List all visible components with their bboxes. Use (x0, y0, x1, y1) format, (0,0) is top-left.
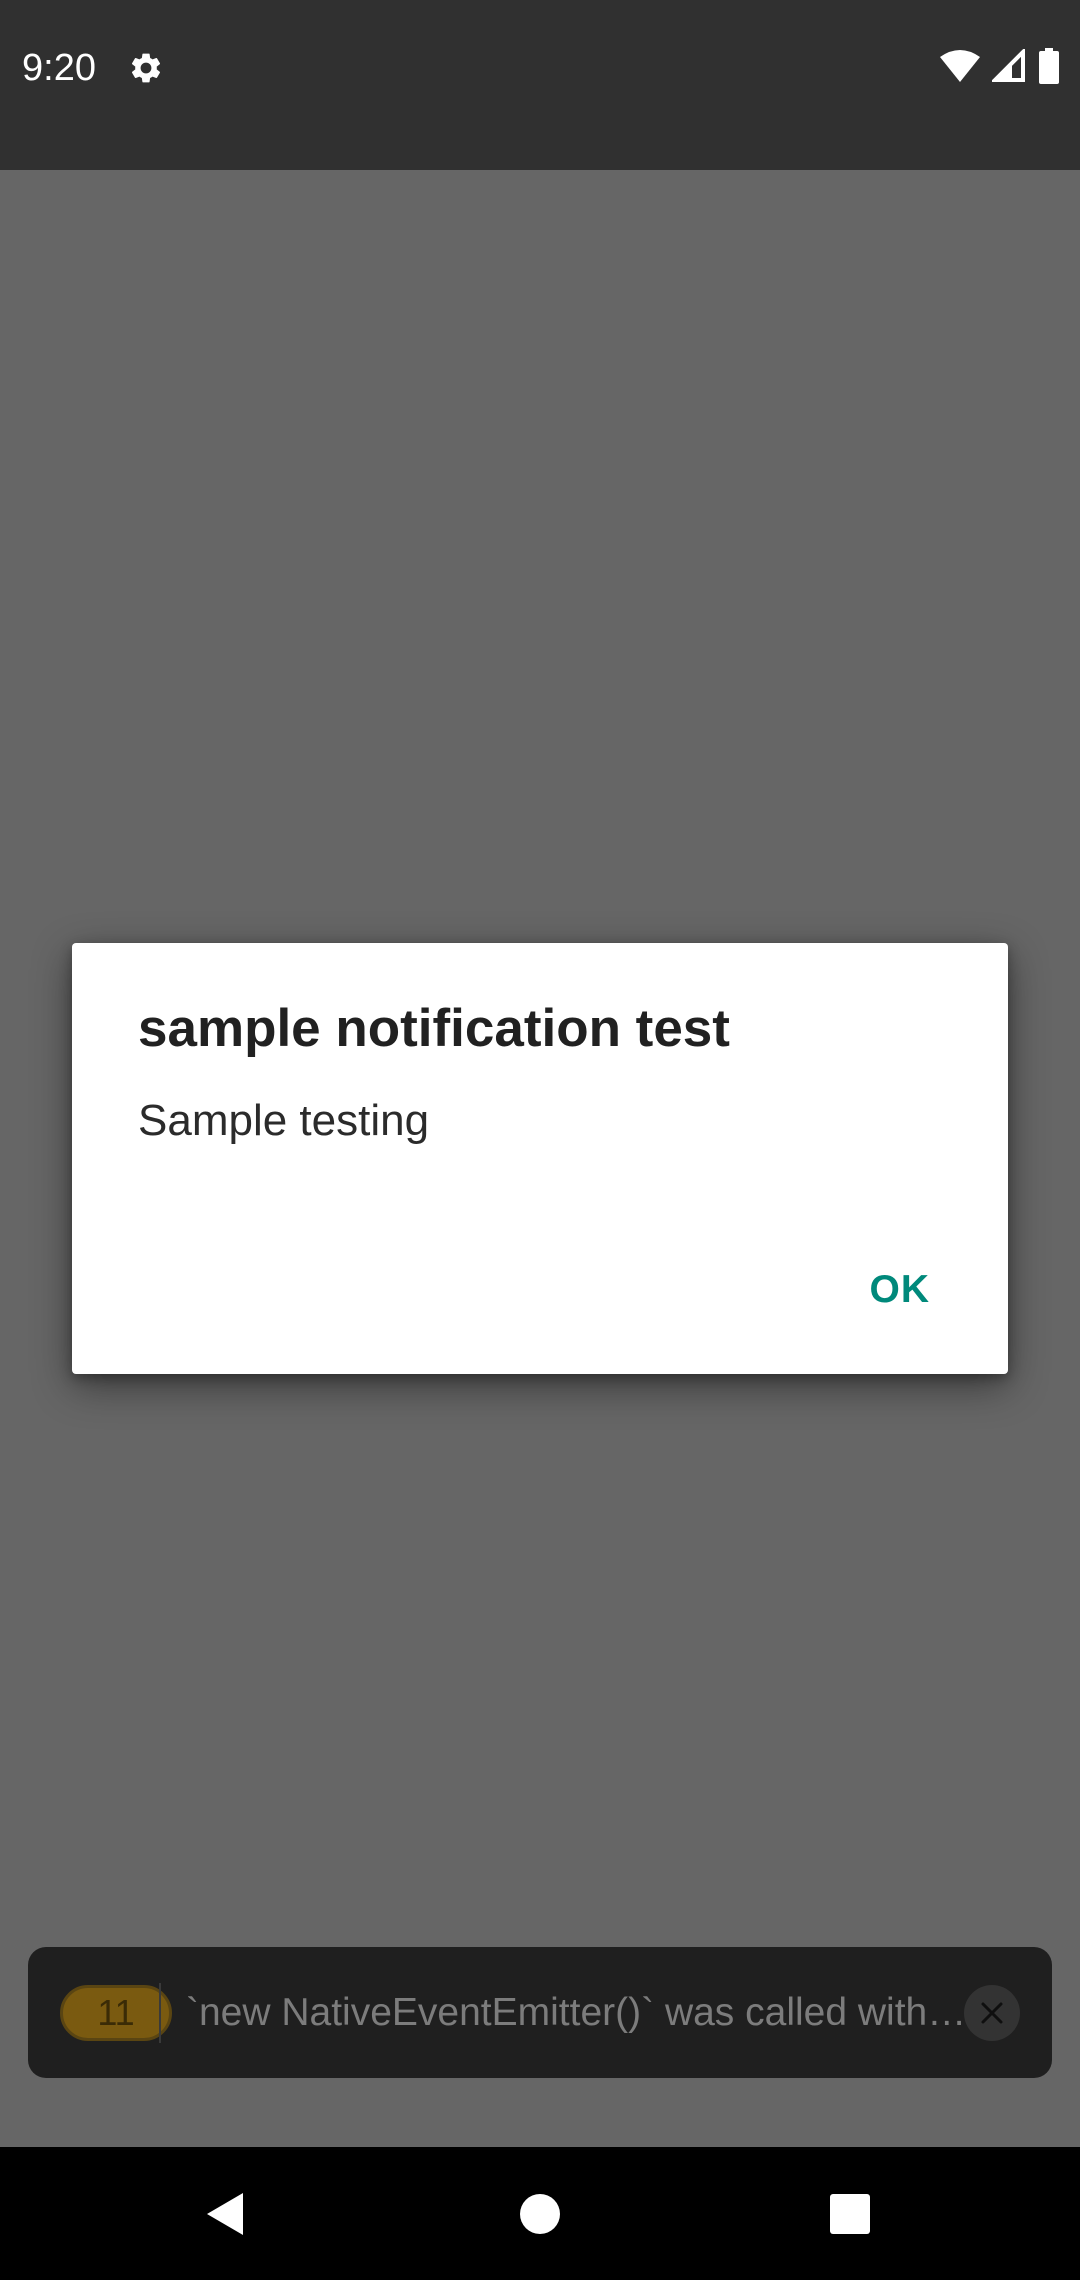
dialog-message: Sample testing (138, 1096, 430, 1145)
cell-signal-icon (990, 46, 1026, 88)
toast-divider (159, 1983, 161, 2043)
ok-button[interactable]: OK (870, 1265, 931, 1315)
screen: 9:20 sample notification test Sample tes… (0, 0, 1080, 2280)
status-bar: 9:20 (0, 0, 1080, 170)
back-icon[interactable] (165, 2147, 285, 2280)
alert-dialog: sample notification test Sample testing … (72, 943, 1008, 1374)
close-icon[interactable] (964, 1985, 1020, 2041)
status-time: 9:20 (22, 47, 96, 89)
wifi-icon (940, 49, 980, 88)
warning-count-badge: 11 (60, 1985, 172, 2041)
settings-icon (128, 50, 164, 86)
dialog-title: sample notification test (138, 999, 730, 1058)
warning-message: `new NativeEventEmitter()` was called wi… (186, 1991, 976, 2034)
battery-icon (1038, 47, 1060, 89)
recents-icon[interactable] (790, 2147, 910, 2280)
navigation-bar (0, 2147, 1080, 2280)
warning-toast[interactable]: 11 `new NativeEventEmitter()` was called… (28, 1947, 1052, 2078)
home-icon[interactable] (480, 2147, 600, 2280)
status-icons (940, 46, 1060, 89)
